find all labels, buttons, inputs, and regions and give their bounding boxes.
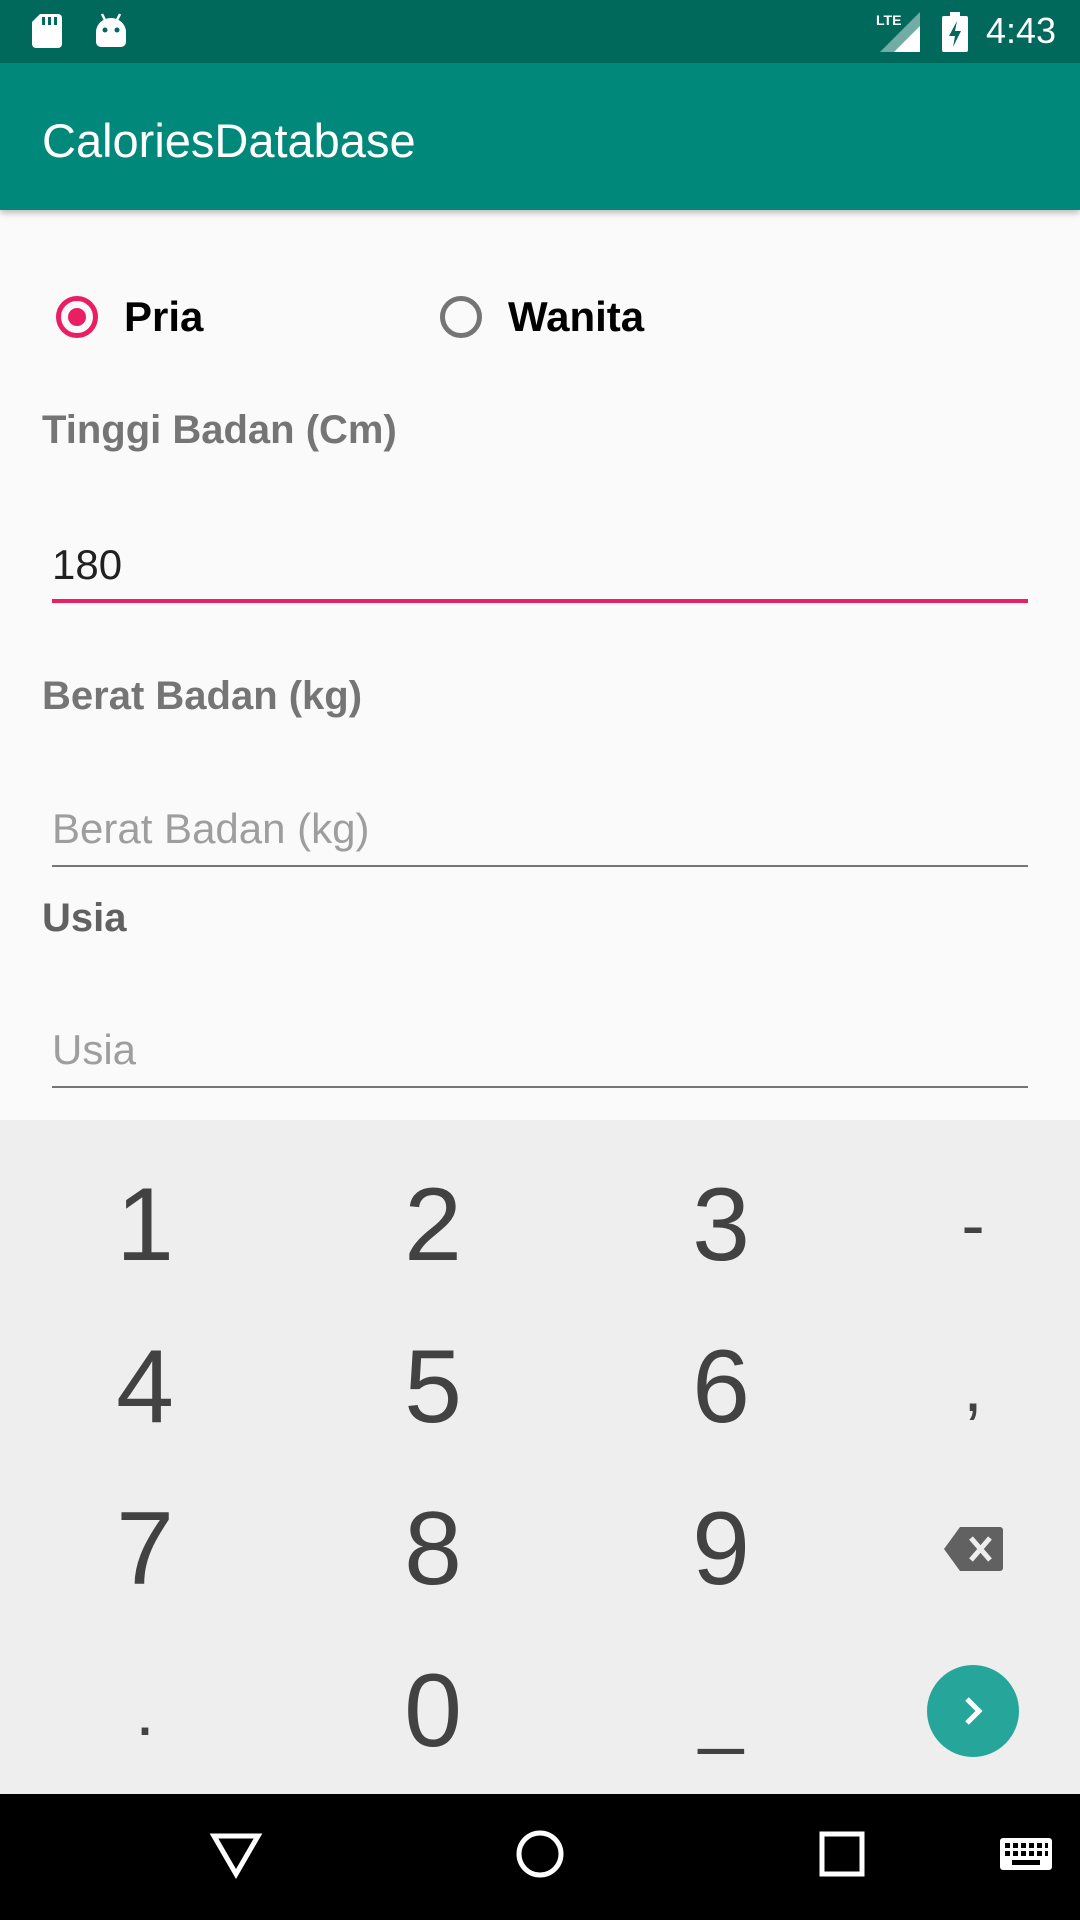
key-6[interactable]: 6	[586, 1307, 856, 1467]
key-comma[interactable]: ,	[838, 1307, 1080, 1467]
key-9[interactable]: 9	[586, 1469, 856, 1629]
numeric-keyboard: 1 2 3 - 4 5 6 , 7 8 9 . 0 _	[0, 1120, 1080, 1794]
radio-wanita[interactable]: Wanita	[440, 282, 644, 352]
usia-label: Usia	[42, 896, 127, 940]
radio-checked-icon[interactable]	[56, 296, 98, 338]
app-bar: CaloriesDatabase	[0, 63, 1080, 210]
radio-pria-label: Pria	[124, 293, 204, 340]
berat-badan-placeholder[interactable]: Berat Badan (kg)	[52, 805, 370, 853]
field-underline	[52, 865, 1028, 867]
key-8[interactable]: 8	[298, 1469, 568, 1629]
key-4[interactable]: 4	[10, 1307, 280, 1467]
tinggi-badan-field[interactable]: 180	[52, 523, 1028, 603]
backspace-key[interactable]	[838, 1469, 1080, 1629]
berat-badan-field[interactable]: Berat Badan (kg)	[52, 787, 1028, 867]
back-icon[interactable]	[206, 1824, 266, 1884]
backspace-icon	[944, 1527, 1003, 1571]
key-0[interactable]: 0	[298, 1631, 568, 1791]
key-1[interactable]: 1	[10, 1145, 280, 1305]
radio-wanita-label: Wanita	[508, 293, 645, 340]
sd-card-icon	[32, 14, 62, 48]
radio-unchecked-icon[interactable]	[440, 296, 482, 338]
keyboard-switch-icon[interactable]	[998, 1824, 1054, 1884]
status-bar: LTE 4:43	[0, 0, 1080, 63]
tinggi-badan-label: Tinggi Badan (Cm)	[42, 408, 397, 452]
radio-pria[interactable]: Pria	[56, 282, 203, 352]
key-period[interactable]: .	[10, 1631, 280, 1791]
tinggi-badan-value[interactable]: 180	[52, 541, 122, 589]
android-icon	[96, 13, 126, 47]
key-5[interactable]: 5	[298, 1307, 568, 1467]
navigation-bar	[0, 1794, 1080, 1920]
home-icon[interactable]	[510, 1824, 570, 1884]
status-clock: 4:43	[986, 10, 1057, 51]
field-underline	[52, 599, 1028, 603]
field-underline	[52, 1086, 1028, 1088]
key-underscore[interactable]: _	[586, 1631, 856, 1791]
usia-field[interactable]: Usia	[52, 1008, 1028, 1088]
app-title: CaloriesDatabase	[42, 114, 416, 167]
berat-badan-label: Berat Badan (kg)	[42, 674, 363, 718]
key-7[interactable]: 7	[10, 1469, 280, 1629]
usia-placeholder[interactable]: Usia	[52, 1026, 136, 1074]
recents-icon[interactable]	[812, 1824, 872, 1884]
key-2[interactable]: 2	[298, 1145, 568, 1305]
go-key[interactable]	[838, 1631, 1080, 1791]
key-3[interactable]: 3	[586, 1145, 856, 1305]
go-button[interactable]	[927, 1665, 1019, 1757]
network-type-label: LTE	[876, 12, 902, 28]
chevron-right-icon	[965, 1697, 983, 1725]
battery-charging-icon	[942, 12, 968, 52]
key-minus[interactable]: -	[838, 1145, 1080, 1305]
